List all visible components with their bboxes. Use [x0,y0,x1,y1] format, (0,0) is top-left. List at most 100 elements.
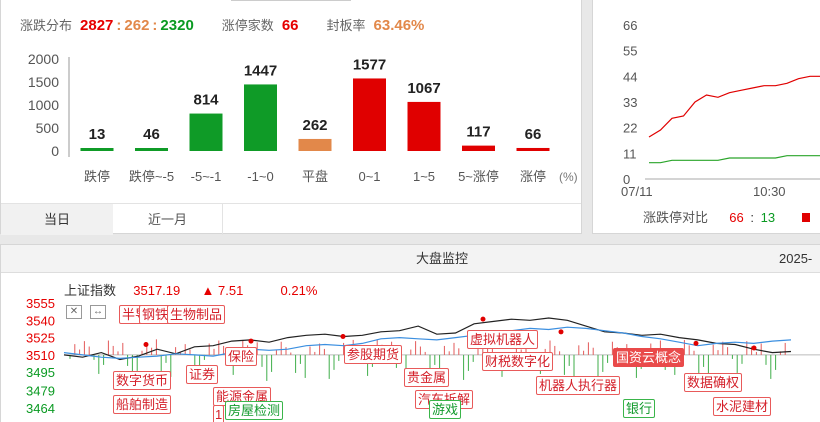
flat-count: 262 [124,17,150,34]
down-count: 2320 [160,17,194,34]
date-tabs: 当日 近一月 [1,203,581,235]
bar-value-label: 117 [466,124,490,141]
y-tick-label: 55 [623,44,637,59]
concept-tag[interactable]: 贵金属 [404,368,450,387]
limit-label: 涨停家数 [221,18,274,33]
limit-down-line [649,155,820,164]
sep2: : [152,17,158,34]
event-dot [480,316,486,322]
concept-tag-selected[interactable]: 国资云概念 [613,348,685,367]
y-tick-label: 3510 [26,348,55,363]
bar [462,145,495,151]
concept-tag[interactable]: 船舶制造 [113,395,172,414]
concept-tag[interactable]: 财税数字化 [482,352,554,371]
compare-row: 涨跌停对比 66 : 13 [643,207,811,226]
bar [189,113,223,151]
concept-tag-green[interactable]: 房屋检测 [225,401,284,420]
y-tick-label: 44 [623,69,637,84]
compare-label: 涨跌停对比 [643,210,709,225]
expand-horizontal-icon[interactable]: ↔ [90,305,106,319]
concept-tag[interactable]: 参股期货 [344,345,403,364]
bar-value-label: 1447 [244,62,277,79]
seal-label: 封板率 [326,18,366,33]
sep1: : [116,17,122,34]
tab-today[interactable]: 当日 [1,204,113,235]
concept-tag-green[interactable]: 游戏 [429,400,462,419]
compare-sep: : [750,210,754,225]
y-tick-label: 11 [623,146,637,161]
event-dot [693,340,699,346]
y-tick-label: 66 [623,18,637,33]
x-tick-label: 5~涨停 [458,169,499,184]
distribution-panel: 涨跌分布 2827 : 262 : 2320 涨停家数 66 封板率 63.46… [0,0,582,235]
y-tick-label: 3495 [26,365,55,380]
concept-tag-green[interactable]: 银行 [623,399,656,418]
compare-up: 66 [729,210,744,225]
y-tick-label: 0 [51,143,59,159]
bar-value-label: 1067 [407,80,440,97]
y-tick-label: 3479 [26,384,55,399]
x-tick-label: 1~5 [413,169,435,184]
event-dot [558,329,564,335]
event-dot [340,333,346,339]
event-dot [248,338,254,344]
concept-tag[interactable]: 保险 [225,347,258,366]
x-tick-label: 平盘 [302,169,328,184]
y-tick-label: 500 [36,120,60,136]
distribution-bar-chart: 2000 1500 1000 500 0 13 跌停 46 跌停~-5 814 -5~-1 1447 -… [28,53,578,184]
x-tick-label: 10:30 [753,184,786,199]
bar [516,147,550,151]
bar [135,148,168,151]
bar-value-label: 1577 [353,56,386,73]
concept-tag[interactable]: 水泥建材 [713,397,772,416]
x-tick-label: 跌停~-5 [129,169,174,184]
limit-trend-chart: 665544332211007/11 10:30 [621,18,820,199]
y-tick-label: 33 [623,95,637,110]
unit-label: (%) [559,170,578,184]
distribution-stats: 涨跌分布 2827 : 262 : 2320 涨停家数 66 封板率 63.46… [20,15,424,34]
compare-down: 13 [760,210,776,225]
x-tick-label: -5~-1 [191,169,222,184]
concept-tag[interactable]: 数据确权 [684,373,743,392]
concept-tag[interactable]: 证券 [186,365,219,384]
y-tick-label: 3555 [26,296,55,311]
concept-tag[interactable]: 数字货币 [113,371,172,390]
limit-up-line [648,75,820,138]
y-tick-label: 22 [623,121,637,136]
bar [407,101,441,151]
bar-value-label: 66 [525,126,542,143]
y-tick-label: 1500 [28,74,59,90]
concept-tag[interactable]: 生物制品 [167,305,226,324]
bar-value-label: 262 [302,117,327,134]
x-tick-label: 涨停 [520,169,546,184]
seal-rate: 63.46% [373,17,425,34]
limit-trend-panel: 66 55 44 33 22 11 0 07/11 10:30 涨跌停对比 66 : 13 [592,0,820,234]
y-tick-label: 3540 [26,313,55,328]
dist-label: 涨跌分布 [20,18,73,33]
y-tick-label: 2000 [28,53,59,67]
y-tick-label: 3525 [26,331,55,346]
concept-tag[interactable]: 机器人执行器 [536,376,621,395]
bar-value-label: 46 [143,126,160,143]
bar [298,138,332,151]
limit-count: 66 [281,17,299,34]
concept-tag[interactable]: 1 [213,405,225,422]
bar [80,148,114,151]
up-count: 2827 [80,17,114,34]
concept-tag[interactable]: 虚拟机器人 [467,330,539,349]
x-tick-label: 跌停 [84,169,110,184]
bar [244,84,277,151]
y-tick-label: 1000 [28,97,59,113]
market-monitor-panel: 大盘监控 2025- 上证指数 3517.19 ▲ 7.51 0.21% 355… [0,244,820,422]
y-tick-label: 3464 [26,401,55,416]
x-tick-label: 0~1 [358,169,380,184]
panel-top-tab[interactable] [231,0,351,1]
bar-value-label: 13 [89,126,106,143]
bar [353,78,386,151]
x-tick-label: 07/11 [621,184,653,199]
legend-swatch-red [802,213,811,222]
event-dot [751,345,757,351]
close-icon[interactable]: ✕ [66,305,82,319]
x-tick-label: -1~0 [247,169,273,184]
tab-recent-month[interactable]: 近一月 [113,204,223,235]
